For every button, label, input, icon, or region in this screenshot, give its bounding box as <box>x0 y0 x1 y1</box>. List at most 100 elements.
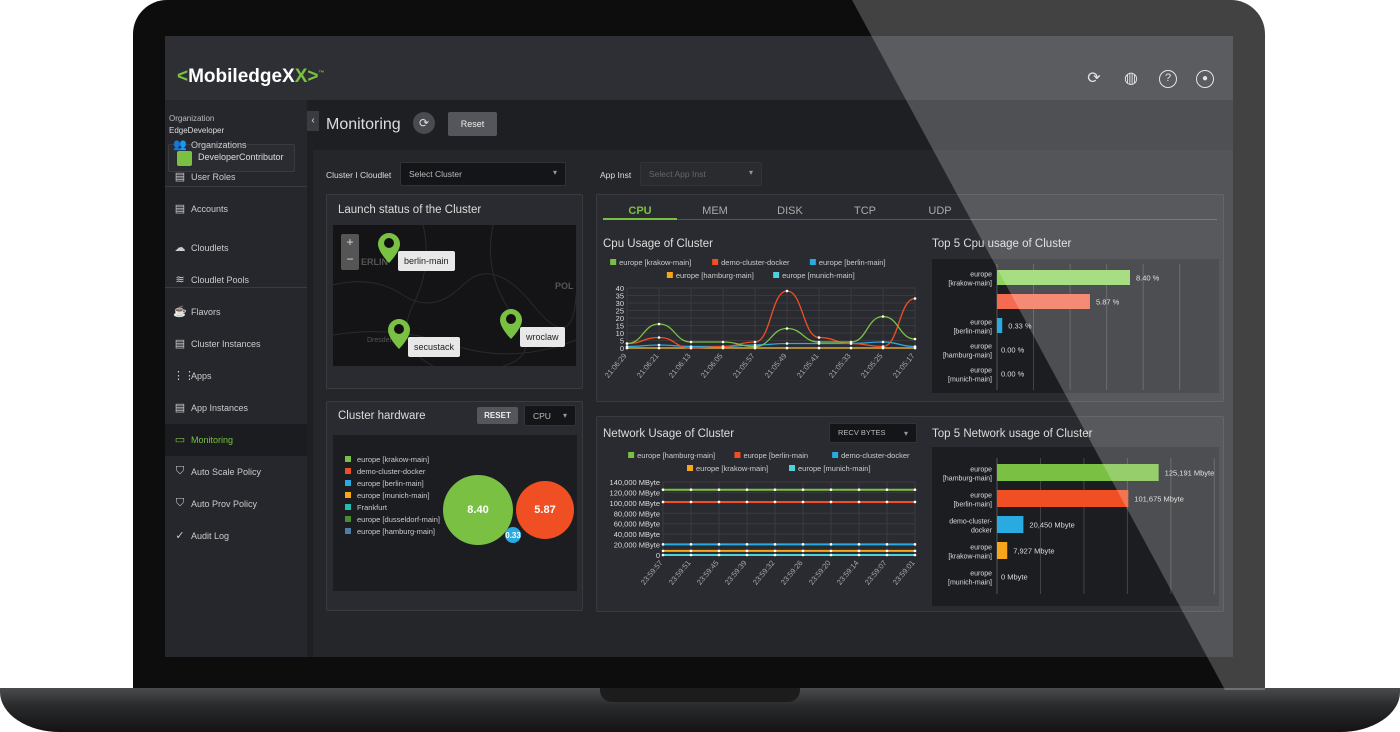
data-point[interactable] <box>913 543 917 546</box>
data-point[interactable] <box>849 346 853 350</box>
sidebar-item-cloudlets[interactable]: ☁ Cloudlets <box>165 232 307 264</box>
legend-item[interactable]: europe [hamburg-main] <box>628 451 715 460</box>
sidebar-item-auto-scale-policy[interactable]: ⛉ Auto Scale Policy <box>165 456 307 488</box>
data-point[interactable] <box>829 500 833 504</box>
data-point[interactable] <box>857 549 861 553</box>
data-point[interactable] <box>857 500 861 504</box>
legend-item[interactable]: europe [berlin-main] <box>345 477 440 489</box>
data-point[interactable] <box>913 297 917 300</box>
data-point[interactable] <box>913 345 917 348</box>
bar[interactable] <box>997 464 1159 481</box>
data-point[interactable] <box>817 340 821 344</box>
data-point[interactable] <box>913 553 917 557</box>
legend-item[interactable]: demo-cluster-docker <box>832 451 910 460</box>
sidebar-item-auto-prov-policy[interactable]: ⛉ Auto Prov Policy <box>165 488 307 520</box>
data-point[interactable] <box>689 340 693 344</box>
data-point[interactable] <box>689 543 693 546</box>
data-point[interactable] <box>745 543 749 546</box>
bar[interactable] <box>997 516 1024 533</box>
data-point[interactable] <box>829 553 833 557</box>
bubble[interactable]: 8.40 <box>443 475 513 545</box>
map-pin-icon[interactable] <box>378 233 400 263</box>
legend-item[interactable]: europe [hamburg-main] <box>345 525 440 537</box>
bar[interactable] <box>997 490 1129 507</box>
legend-item[interactable]: europe [krakow-main] <box>687 464 768 473</box>
data-point[interactable] <box>745 500 749 504</box>
sidebar-item-monitoring[interactable]: ▭ Monitoring <box>165 424 307 456</box>
data-point[interactable] <box>657 346 661 350</box>
data-point[interactable] <box>717 500 721 504</box>
data-point[interactable] <box>881 340 885 344</box>
data-point[interactable] <box>717 553 721 557</box>
reset-button[interactable]: Reset <box>448 112 497 136</box>
map[interactable]: ERLIN POL Dresden + − berlin-main secustac… <box>333 225 576 366</box>
legend-item[interactable]: europe [munich-main] <box>789 464 871 473</box>
data-point[interactable] <box>885 543 889 546</box>
data-point[interactable] <box>785 342 789 345</box>
data-point[interactable] <box>885 553 889 557</box>
data-point[interactable] <box>785 327 789 330</box>
account-icon[interactable]: ● <box>1196 70 1214 88</box>
legend-item[interactable]: demo-cluster-docker <box>712 258 790 267</box>
legend-item[interactable]: europe [berlin-main] <box>809 258 886 267</box>
app-inst-select[interactable]: Select App Inst <box>640 162 762 186</box>
data-point[interactable] <box>817 336 821 339</box>
data-point[interactable] <box>801 543 805 546</box>
legend-item[interactable]: europe [munich-main] <box>345 489 440 501</box>
data-point[interactable] <box>857 553 861 557</box>
data-point[interactable] <box>801 549 805 553</box>
data-point[interactable] <box>717 549 721 553</box>
sidebar-item-cluster-instances[interactable]: ▤ Cluster Instances <box>165 328 307 360</box>
data-point[interactable] <box>661 500 665 504</box>
bubble[interactable]: 5.87 <box>516 481 574 539</box>
zoom-in-button[interactable]: + <box>341 234 359 251</box>
data-point[interactable] <box>717 543 721 546</box>
bubble[interactable]: 0.33 <box>505 527 521 543</box>
sidebar-item-flavors[interactable]: ☕ Flavors <box>165 296 307 328</box>
legend-item[interactable]: Frankfurt <box>345 501 440 513</box>
sidebar-item-audit-log[interactable]: ✓ Audit Log <box>165 520 307 552</box>
data-point[interactable] <box>829 488 833 492</box>
data-point[interactable] <box>857 543 861 546</box>
map-pin-icon[interactable] <box>500 309 522 339</box>
refresh-icon[interactable]: ⟳ <box>1085 70 1103 88</box>
data-point[interactable] <box>625 342 629 345</box>
data-point[interactable] <box>829 543 833 546</box>
data-point[interactable] <box>885 488 889 492</box>
collapse-sidebar-button[interactable]: ‹ <box>307 111 319 131</box>
network-metric-select[interactable]: RECV BYTES <box>829 423 917 443</box>
data-point[interactable] <box>773 543 777 546</box>
sidebar-item-cloudlet-pools[interactable]: ≋ Cloudlet Pools <box>165 264 307 296</box>
data-point[interactable] <box>913 500 917 504</box>
data-point[interactable] <box>801 488 805 492</box>
bar[interactable] <box>997 318 1003 333</box>
data-point[interactable] <box>745 549 749 553</box>
map-pin-icon[interactable] <box>388 319 410 349</box>
data-point[interactable] <box>625 345 629 348</box>
tab-mem[interactable]: MEM <box>678 205 752 217</box>
data-point[interactable] <box>881 345 885 348</box>
data-point[interactable] <box>849 340 853 344</box>
data-point[interactable] <box>785 289 789 293</box>
globe-icon[interactable]: ◍ <box>1122 70 1140 88</box>
data-point[interactable] <box>745 553 749 557</box>
data-point[interactable] <box>661 549 665 553</box>
data-point[interactable] <box>689 553 693 557</box>
data-point[interactable] <box>885 500 889 504</box>
data-point[interactable] <box>801 500 805 504</box>
cluster-select[interactable]: Select Cluster <box>400 162 566 186</box>
data-point[interactable] <box>773 553 777 557</box>
data-point[interactable] <box>785 346 789 350</box>
sidebar-item-accounts[interactable]: ▤ Accounts <box>165 193 307 225</box>
legend-item[interactable]: europe [krakow-main] <box>610 258 691 267</box>
legend-item[interactable]: europe [berlin-main <box>734 451 808 460</box>
hardware-metric-select[interactable]: CPU <box>524 405 576 426</box>
data-point[interactable] <box>689 500 693 504</box>
data-point[interactable] <box>657 322 661 326</box>
data-point[interactable] <box>773 488 777 492</box>
data-point[interactable] <box>689 346 693 350</box>
zoom-out-button[interactable]: − <box>341 251 359 268</box>
legend-item[interactable]: demo-cluster-docker <box>345 465 440 477</box>
sidebar-item-app-instances[interactable]: ▤ App Instances <box>165 392 307 424</box>
tab-disk[interactable]: DISK <box>753 205 827 217</box>
